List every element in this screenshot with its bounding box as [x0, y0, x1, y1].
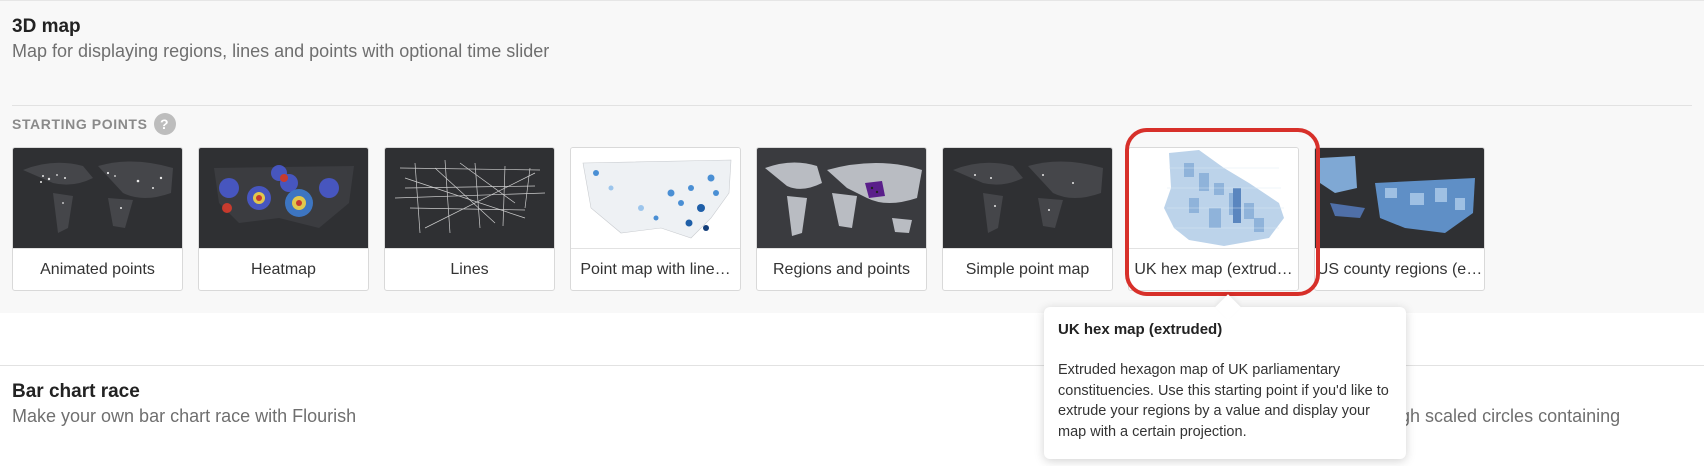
- help-icon[interactable]: ?: [153, 113, 176, 135]
- card-label: Simple point map: [943, 248, 1112, 290]
- card-label: Heatmap: [199, 248, 368, 290]
- thumbnail-image: [199, 148, 368, 248]
- tooltip-title: UK hex map (extruded): [1058, 321, 1223, 338]
- thumbnail-image: [571, 148, 740, 248]
- card-regions-and-points[interactable]: Regions and points: [756, 147, 927, 291]
- card-label: Animated points: [13, 248, 182, 290]
- card-label: Point map with line…: [571, 248, 740, 290]
- starting-points-text: STARTING POINTS: [12, 116, 148, 132]
- section-title: Bar chart race: [12, 381, 140, 402]
- section-description: Make your own bar chart race with Flouri…: [12, 406, 357, 426]
- card-lines[interactable]: Lines: [384, 147, 555, 291]
- thumbnail-image: [1315, 148, 1484, 248]
- thumbnail-image: [757, 148, 926, 248]
- partial-description: ugh scaled circles containing: [1390, 406, 1621, 426]
- card-point-map-with-lines[interactable]: Point map with line…: [570, 147, 741, 291]
- thumbnail-image: [13, 148, 182, 248]
- section-title: 3D map: [12, 16, 81, 37]
- map-section: 3D map Map for displaying regions, lines…: [0, 0, 1704, 314]
- card-heatmap[interactable]: Heatmap: [198, 147, 369, 291]
- starting-points-label: STARTING POINTS ?: [12, 113, 176, 135]
- bar-chart-race-section: Bar chart race Make your own bar chart r…: [0, 313, 1704, 466]
- thumbnail-image: [943, 148, 1112, 248]
- card-label: US county regions (e…: [1315, 248, 1484, 290]
- card-label: Lines: [385, 248, 554, 290]
- divider: [12, 105, 1692, 106]
- divider: [0, 365, 1704, 366]
- card-uk-hex-map[interactable]: UK hex map (extrud…: [1128, 147, 1299, 291]
- card-label: UK hex map (extrud…: [1129, 248, 1298, 290]
- card-label: Regions and points: [757, 248, 926, 290]
- section-description: Map for displaying regions, lines and po…: [12, 41, 550, 61]
- card-simple-point-map[interactable]: Simple point map: [942, 147, 1113, 291]
- tooltip-body: Extruded hexagon map of UK parliamentary…: [1058, 362, 1389, 440]
- thumbnail-image: [1129, 148, 1298, 248]
- starting-point-cards: Animated points Heatmap Lines Point map …: [12, 147, 1485, 291]
- tooltip: UK hex map (extruded) Extruded hexagon m…: [1044, 307, 1406, 459]
- thumbnail-image: [385, 148, 554, 248]
- card-us-county-regions[interactable]: US county regions (e…: [1314, 147, 1485, 291]
- card-animated-points[interactable]: Animated points: [12, 147, 183, 291]
